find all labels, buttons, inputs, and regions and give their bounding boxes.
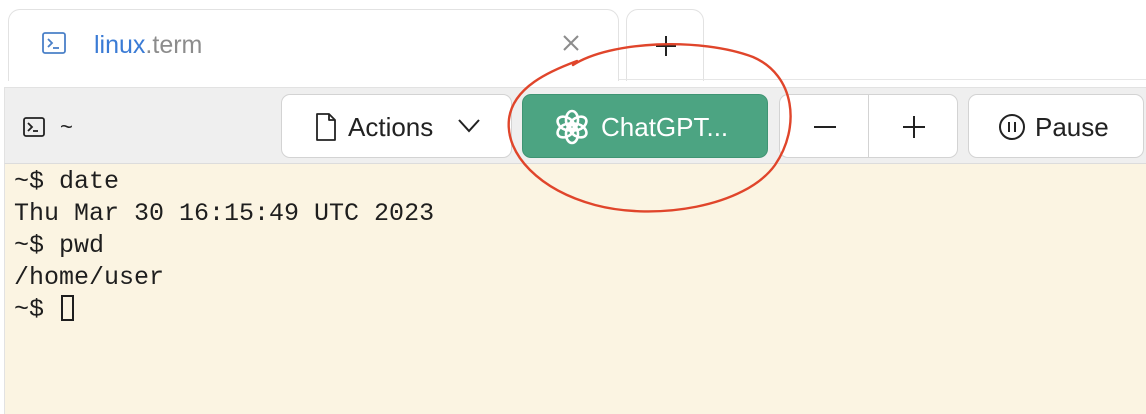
terminal-prompt: ~$ bbox=[14, 295, 60, 324]
chevron-down-icon bbox=[457, 118, 481, 139]
terminal-output[interactable]: ~$ date Thu Mar 30 16:15:49 UTC 2023 ~$ … bbox=[4, 164, 1146, 414]
current-path-label: ~ bbox=[60, 114, 73, 139]
tab-title: linux.term bbox=[94, 30, 202, 60]
tab-title-extension: .term bbox=[145, 31, 203, 59]
terminal-line: ~$ date bbox=[14, 167, 120, 196]
tab-title-name: linux bbox=[94, 31, 146, 59]
zoom-out-button[interactable] bbox=[779, 94, 869, 158]
plus-icon bbox=[656, 36, 676, 56]
document-icon bbox=[315, 113, 337, 146]
terminal-line: ~$ pwd bbox=[14, 231, 105, 260]
minus-icon bbox=[814, 126, 836, 128]
pause-icon bbox=[998, 113, 1026, 146]
new-tab-button[interactable] bbox=[626, 9, 704, 81]
chatgpt-button[interactable]: ChatGPT... bbox=[522, 94, 768, 158]
tab-strip-divider bbox=[619, 79, 1146, 80]
terminal-prompt-line[interactable]: ~$ bbox=[14, 294, 1146, 326]
terminal-icon bbox=[23, 117, 45, 137]
chatgpt-logo-icon bbox=[554, 109, 590, 150]
actions-label: Actions bbox=[348, 112, 434, 142]
chatgpt-label: ChatGPT... bbox=[601, 112, 729, 142]
plus-icon bbox=[903, 116, 925, 138]
zoom-in-button[interactable] bbox=[868, 94, 958, 158]
pause-label: Pause bbox=[1035, 112, 1109, 142]
terminal-line: /home/user bbox=[14, 263, 165, 292]
toolbar: ~ Actions ChatGPT... Pause bbox=[4, 87, 1146, 164]
close-icon[interactable] bbox=[560, 32, 582, 54]
actions-dropdown-button[interactable]: Actions bbox=[281, 94, 512, 158]
terminal-line: Thu Mar 30 16:15:49 UTC 2023 bbox=[14, 199, 435, 228]
terminal-app-window: linux.term ~ Actions ChatGPT... Pause ~$… bbox=[0, 0, 1146, 414]
pause-button[interactable]: Pause bbox=[968, 94, 1144, 158]
text-cursor bbox=[61, 295, 75, 321]
terminal-icon bbox=[42, 32, 66, 54]
tab-linux-term[interactable]: linux.term bbox=[8, 9, 619, 81]
